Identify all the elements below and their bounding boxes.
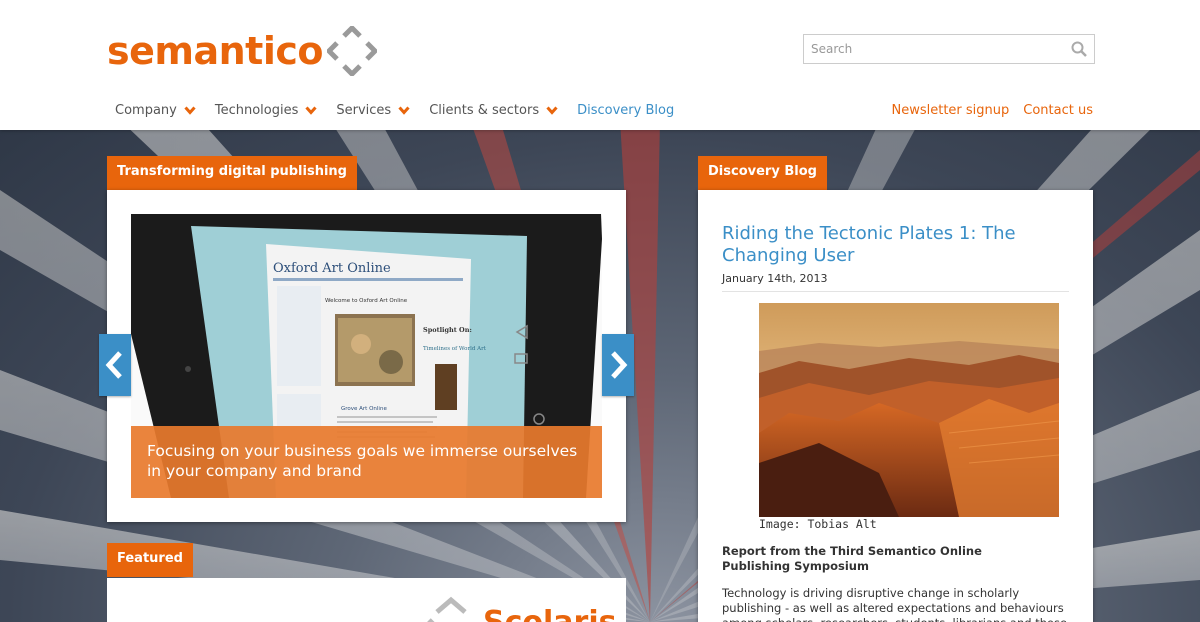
nav-services[interactable]: Services <box>336 103 410 118</box>
nav-discovery-blog[interactable]: Discovery Blog <box>577 103 674 118</box>
screen-feature-text: Timelines of World Art <box>423 346 487 352</box>
nav-clients-sectors[interactable]: Clients & sectors <box>429 103 558 118</box>
canyon-landscape-image <box>759 303 1059 517</box>
screen-site-title: Oxford Art Online <box>273 261 391 276</box>
nav-discovery-blog-label: Discovery Blog <box>577 103 675 118</box>
contact-us-link[interactable]: Contact us <box>1023 103 1093 118</box>
blog-post-excerpt: Technology is driving disruptive change … <box>722 586 1067 622</box>
main-nav: Company Technologies Services Clients & … <box>115 103 693 118</box>
nav-services-label: Services <box>336 103 392 118</box>
logo-wordmark: semantico <box>107 29 324 73</box>
slide-caption: Focusing on your business goals we immer… <box>131 426 602 498</box>
screen-grove-text: Grove Art Online <box>341 406 387 412</box>
divider <box>722 291 1069 292</box>
utility-nav: Newsletter signup Contact us <box>877 103 1093 118</box>
blog-section-tab: Discovery Blog <box>698 156 827 190</box>
slider-section-tab: Transforming digital publishing <box>107 156 357 190</box>
nav-company[interactable]: Company <box>115 103 196 118</box>
chevron-down-icon <box>398 106 410 115</box>
search-icon[interactable] <box>1071 41 1087 57</box>
chevron-right-icon <box>611 351 628 379</box>
slider-panel: Oxford Art Online Welcome to Oxford Art … <box>107 190 626 522</box>
featured-section-tab: Featured <box>107 543 193 577</box>
nav-technologies-label: Technologies <box>214 103 299 118</box>
blog-panel: Riding the Tectonic Plates 1: The Changi… <box>698 190 1093 622</box>
featured-logo-text: Scolaris <box>483 605 616 622</box>
chevron-down-icon <box>546 106 558 115</box>
slider-next-button[interactable] <box>602 334 634 396</box>
blog-post-date: January 14th, 2013 <box>722 272 828 285</box>
search-input[interactable] <box>804 35 1059 63</box>
slider-prev-button[interactable] <box>99 334 131 396</box>
blog-post-subheading: Report from the Third Semantico Online P… <box>722 544 982 573</box>
chevron-left-icon <box>105 351 122 379</box>
featured-logo-partial[interactable]: Scolaris <box>107 578 626 622</box>
nav-company-label: Company <box>115 103 177 118</box>
chevron-down-icon <box>184 106 196 115</box>
semantico-logo[interactable]: semantico <box>107 26 378 76</box>
grand-canyon-photo <box>759 303 1059 517</box>
logo-arrows-icon <box>327 26 378 76</box>
site-header: semantico Company Technologies Se <box>0 0 1200 130</box>
nav-technologies[interactable]: Technologies <box>215 103 318 118</box>
newsletter-signup-link[interactable]: Newsletter signup <box>891 103 1009 118</box>
nav-clients-sectors-label: Clients & sectors <box>429 103 540 118</box>
image-credit: Image: Tobias Alt <box>759 517 877 531</box>
chevron-down-icon <box>305 106 317 115</box>
blog-post-title-link[interactable]: Riding the Tectonic Plates 1: The Changi… <box>722 223 1052 267</box>
featured-panel: Scolaris <box>107 578 626 622</box>
screen-welcome-text: Welcome to Oxford Art Online <box>325 298 408 304</box>
search-box <box>803 34 1095 64</box>
screen-spotlight-text: Spotlight On: <box>423 326 472 334</box>
